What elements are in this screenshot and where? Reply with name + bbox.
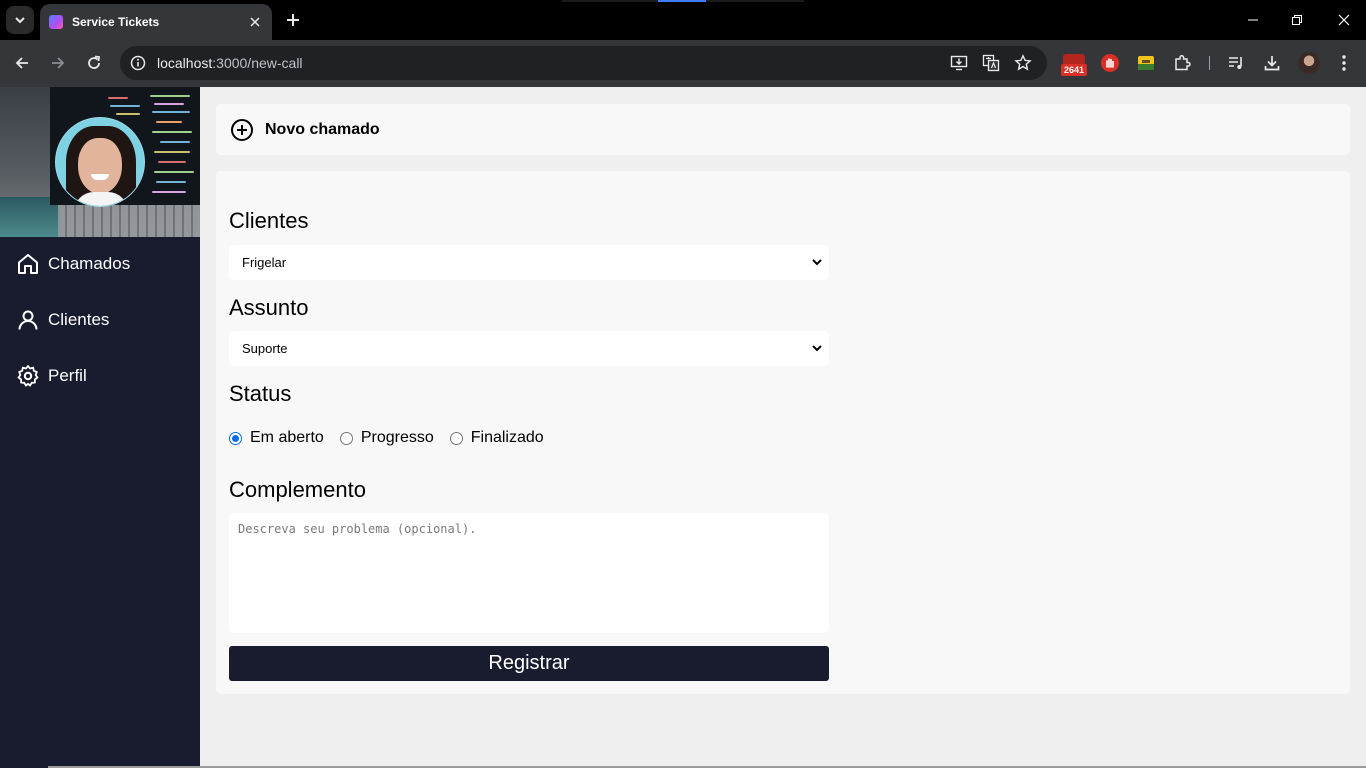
sidebar: Chamados Clientes Perfil [0, 87, 200, 768]
hand-stop-icon [1101, 54, 1119, 72]
chevron-down-icon [15, 17, 25, 24]
close-window-button[interactable] [1330, 6, 1358, 34]
complemento-label: Complemento [229, 477, 366, 502]
tab-close-button[interactable] [246, 13, 264, 31]
status-option-label: Em aberto [250, 429, 324, 446]
close-icon [1338, 14, 1350, 26]
minimize-icon [1248, 19, 1258, 21]
url-path: :3000/new-call [212, 55, 303, 71]
page-title-bar: Novo chamado [216, 104, 1350, 155]
restore-icon [1292, 15, 1302, 25]
translate-icon [982, 54, 1000, 72]
downloads-button[interactable] [1261, 52, 1283, 74]
sidebar-header-image [0, 87, 200, 237]
sidebar-item-clientes[interactable]: Clientes [0, 298, 200, 342]
tab-favicon-icon [49, 15, 63, 29]
url-host: localhost [157, 55, 213, 71]
tab-strip-accent-highlight [658, 0, 706, 2]
restore-button[interactable] [1283, 6, 1311, 34]
star-icon [1014, 54, 1032, 71]
url-text: localhost:3000/new-call [157, 55, 303, 71]
home-icon [18, 254, 38, 274]
profile-avatar-button[interactable] [1298, 52, 1320, 74]
sidebar-item-label: Clientes [48, 310, 110, 329]
tab-search-button[interactable] [6, 6, 34, 34]
extension-mail-button[interactable]: 2641 [1061, 54, 1087, 76]
site-info-button[interactable] [129, 54, 147, 72]
forward-button[interactable] [44, 49, 72, 77]
translate-button[interactable] [981, 53, 1001, 73]
browser-toolbar: localhost:3000/new-call 2641 [0, 40, 1366, 87]
assunto-select-value: Suporte [242, 341, 288, 356]
close-icon [250, 17, 260, 27]
install-app-button[interactable] [949, 53, 969, 73]
chevron-down-icon [812, 259, 822, 266]
status-label: Status [229, 381, 292, 406]
status-radio-group: Em aberto Progresso Finalizado [229, 429, 560, 447]
media-controls-button[interactable] [1225, 52, 1247, 74]
extension-badge-count: 2641 [1061, 64, 1087, 76]
assunto-select[interactable]: Suporte [229, 331, 829, 366]
bookmark-star-button[interactable] [1013, 53, 1033, 73]
plus-circle-icon [231, 118, 253, 141]
address-bar[interactable]: localhost:3000/new-call [120, 46, 1047, 80]
toolbar-separator [1209, 56, 1210, 70]
install-app-icon [950, 55, 968, 71]
extension-block-button[interactable] [1099, 52, 1121, 74]
browser-menu-button[interactable] [1333, 52, 1355, 74]
info-icon [130, 55, 146, 71]
back-button[interactable] [8, 49, 36, 77]
browser-tab-bar: Service Tickets [0, 0, 1366, 40]
music-queue-icon [1229, 57, 1242, 69]
new-ticket-form: Clientes Frigelar Assunto Suporte Status… [216, 171, 1350, 694]
clientes-select[interactable]: Frigelar [229, 245, 829, 280]
status-radio-finalizado[interactable] [449, 431, 463, 445]
registrar-button[interactable]: Registrar [229, 646, 829, 681]
minimize-button[interactable] [1239, 6, 1267, 34]
page-title: Novo chamado [265, 120, 380, 138]
reload-button[interactable] [80, 49, 108, 77]
new-tab-button[interactable] [282, 9, 304, 31]
complemento-textarea[interactable]: Descreva seu problema (opcional). [229, 513, 829, 633]
sidebar-item-chamados[interactable]: Chamados [0, 242, 200, 286]
notes-extension-icon [1138, 56, 1154, 70]
download-icon [1264, 56, 1280, 71]
chevron-down-icon [812, 345, 822, 352]
status-option-label: Progresso [360, 429, 434, 446]
avatar[interactable] [55, 117, 145, 207]
status-radio-em-aberto[interactable] [229, 431, 242, 445]
user-icon [18, 310, 38, 330]
arrow-right-icon [52, 57, 65, 69]
status-radio-progresso[interactable] [339, 431, 353, 445]
gear-icon [17, 365, 39, 387]
reload-icon [88, 55, 101, 69]
sidebar-item-label: Chamados [48, 254, 131, 273]
more-vertical-icon [1342, 55, 1346, 71]
puzzle-icon [1175, 54, 1191, 71]
arrow-left-icon [15, 57, 28, 69]
extension-notes-button[interactable] [1135, 52, 1157, 74]
status-option-label: Finalizado [470, 429, 544, 446]
clientes-label: Clientes [229, 208, 309, 233]
assunto-label: Assunto [229, 295, 309, 320]
laptop-keyboard-image [58, 205, 200, 237]
sidebar-item-perfil[interactable]: Perfil [0, 354, 200, 398]
clientes-select-value: Frigelar [242, 255, 287, 270]
extensions-menu-button[interactable] [1171, 52, 1193, 74]
sidebar-item-label: Perfil [48, 366, 87, 385]
tab-title: Service Tickets [72, 15, 160, 29]
browser-tab[interactable]: Service Tickets [40, 4, 272, 40]
plus-icon [287, 14, 299, 26]
